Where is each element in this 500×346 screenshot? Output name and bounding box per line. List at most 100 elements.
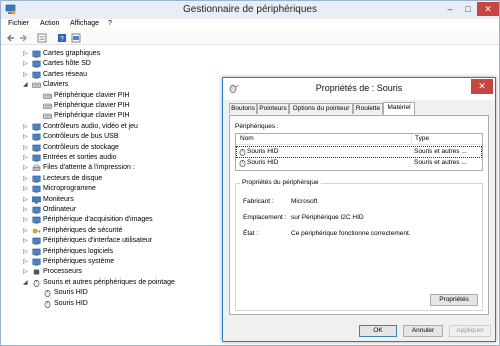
expand-arrow-icon[interactable]: ▷ xyxy=(23,59,31,69)
camera-icon xyxy=(32,217,41,225)
expand-arrow-icon[interactable]: ▷ xyxy=(23,247,31,257)
back-icon[interactable] xyxy=(6,33,16,43)
expand-arrow-icon[interactable]: ▷ xyxy=(23,143,31,153)
properties-icon[interactable] xyxy=(37,33,47,43)
apply-button[interactable]: Appliquer xyxy=(449,325,491,337)
view-icon[interactable] xyxy=(71,33,81,43)
tab-roulette[interactable]: Roulette xyxy=(353,103,383,114)
expand-arrow-icon[interactable]: ▷ xyxy=(23,195,31,205)
keyboard-icon xyxy=(43,93,52,99)
manufacturer-value: Microsoft xyxy=(291,198,318,205)
storage-icon xyxy=(32,144,41,152)
device-properties-button[interactable]: Propriétés xyxy=(430,294,478,306)
device-type: Souris et autres ... xyxy=(414,148,467,155)
tab-pointeurs[interactable]: Pointeurs xyxy=(257,103,289,114)
title-bar[interactable]: Gestionnaire de périphériques – □ ✕ xyxy=(1,1,499,19)
tab-options-du-pointeur[interactable]: Options du pointeur xyxy=(289,103,353,114)
status-value: Ce périphérique fonctionne correctement. xyxy=(291,230,411,237)
usb-icon xyxy=(32,133,41,141)
toolbar: ? xyxy=(1,31,499,45)
computer-icon xyxy=(32,206,41,214)
collapse-arrow-icon[interactable]: ◢ xyxy=(23,278,31,288)
dialog-title-bar[interactable]: Propriétés de : Souris ✕ xyxy=(223,78,495,100)
mouse-icon xyxy=(239,149,246,156)
expand-arrow-icon[interactable]: ▷ xyxy=(23,184,31,194)
tree-item-label: Microprogramme xyxy=(43,185,96,193)
location-label: Emplacement : xyxy=(243,214,287,221)
ok-button[interactable]: OK xyxy=(359,325,397,337)
network-adapter-icon xyxy=(32,71,41,79)
tab-boutons[interactable]: Boutons xyxy=(229,103,257,114)
forward-icon[interactable] xyxy=(18,33,28,43)
tree-item-label: Souris HID xyxy=(54,299,88,307)
disk-drive-icon xyxy=(32,175,41,183)
expand-arrow-icon[interactable]: ▷ xyxy=(23,153,31,163)
expand-arrow-icon[interactable]: ▷ xyxy=(23,163,31,173)
expand-arrow-icon[interactable]: ▷ xyxy=(23,215,31,225)
column-type-header[interactable]: Type xyxy=(415,135,429,142)
menu-action[interactable]: Action xyxy=(40,20,59,27)
tree-item-label: Souris et autres périphériques de pointa… xyxy=(43,278,175,286)
tree-item-label: Contrôleurs audio, vidéo et jeu xyxy=(43,122,138,130)
tree-item-label: Périphérique clavier PIH xyxy=(54,112,130,120)
tree-item-label: Périphériques logiciels xyxy=(43,247,114,255)
expand-arrow-icon[interactable]: ▷ xyxy=(23,132,31,142)
manufacturer-label: Fabricant : xyxy=(243,198,274,205)
devices-list-header: Nom Type xyxy=(236,134,482,145)
tree-item-label: Cartes hôte SD xyxy=(43,60,91,68)
tree-item-label: Lecteurs de disque xyxy=(43,174,103,182)
mouse-icon xyxy=(239,160,246,167)
device-type: Souris et autres ... xyxy=(414,159,467,166)
expand-arrow-icon[interactable]: ▷ xyxy=(23,122,31,132)
svg-text:?: ? xyxy=(60,36,64,43)
firmware-icon xyxy=(32,185,41,193)
tree-item-label: Cartes réseau xyxy=(43,70,87,78)
tab-materiel[interactable]: Matériel xyxy=(383,102,415,115)
expand-arrow-icon[interactable]: ▷ xyxy=(23,236,31,246)
tree-item-label: Ordinateur xyxy=(43,206,77,213)
close-button[interactable]: ✕ xyxy=(477,2,499,16)
devices-list[interactable]: Nom Type Souris HID Souris et autres ...… xyxy=(235,133,483,171)
tree-item-label: Moniteurs xyxy=(43,195,74,203)
expand-arrow-icon[interactable]: ▷ xyxy=(23,267,31,277)
security-key-icon xyxy=(32,228,41,234)
tree-item-label: Claviers xyxy=(43,81,69,89)
collapse-arrow-icon[interactable]: ◢ xyxy=(23,80,31,90)
device-row[interactable]: Souris HID Souris et autres ... xyxy=(237,158,481,168)
expand-arrow-icon[interactable]: ▷ xyxy=(23,174,31,184)
help-icon[interactable]: ? xyxy=(57,33,67,43)
audio-icon xyxy=(32,123,41,131)
software-device-icon xyxy=(32,248,41,256)
keyboard-icon xyxy=(43,103,52,109)
expand-arrow-icon[interactable]: ▷ xyxy=(23,226,31,236)
hid-icon xyxy=(32,237,41,245)
device-properties-legend: Propriétés du périphérique xyxy=(240,179,321,186)
display-adapter-icon xyxy=(32,50,41,58)
expand-arrow-icon[interactable]: ▷ xyxy=(23,70,31,80)
device-name: Souris HID xyxy=(247,159,279,166)
devices-label: Périphériques : xyxy=(235,123,279,130)
mouse-icon xyxy=(33,279,40,287)
device-row[interactable]: Souris HID Souris et autres ... xyxy=(236,146,482,158)
maximize-button[interactable]: □ xyxy=(459,2,477,16)
expand-arrow-icon[interactable]: ▷ xyxy=(23,49,31,59)
tree-item-label: Contrôleurs de bus USB xyxy=(43,133,119,141)
column-separator[interactable] xyxy=(411,134,412,145)
tree-item-label: Souris HID xyxy=(54,289,88,297)
tree-item-label: Files d'attente à l'impression : xyxy=(43,164,135,172)
device-properties-group: Propriétés du périphérique Fabricant : M… xyxy=(235,179,483,311)
expand-arrow-icon[interactable]: ▷ xyxy=(23,205,31,215)
menu-bar: Fichier Action Affichage ? xyxy=(1,19,499,31)
menu-fichier[interactable]: Fichier xyxy=(8,20,29,27)
dialog-close-button[interactable]: ✕ xyxy=(471,79,493,94)
menu-affichage[interactable]: Affichage xyxy=(70,20,99,27)
expand-arrow-icon[interactable]: ▷ xyxy=(23,257,31,267)
minimize-button[interactable]: – xyxy=(441,2,459,16)
window-title: Gestionnaire de périphériques xyxy=(183,4,317,15)
cancel-button[interactable]: Annuler xyxy=(403,325,443,337)
tree-item-label: Contrôleurs de stockage xyxy=(43,143,119,151)
column-name-header[interactable]: Nom xyxy=(240,135,254,142)
hardware-panel: Périphériques : Nom Type Souris HID Sour… xyxy=(229,115,489,315)
tree-item-label: Cartes graphiques xyxy=(43,50,101,57)
menu-help[interactable]: ? xyxy=(108,20,112,27)
